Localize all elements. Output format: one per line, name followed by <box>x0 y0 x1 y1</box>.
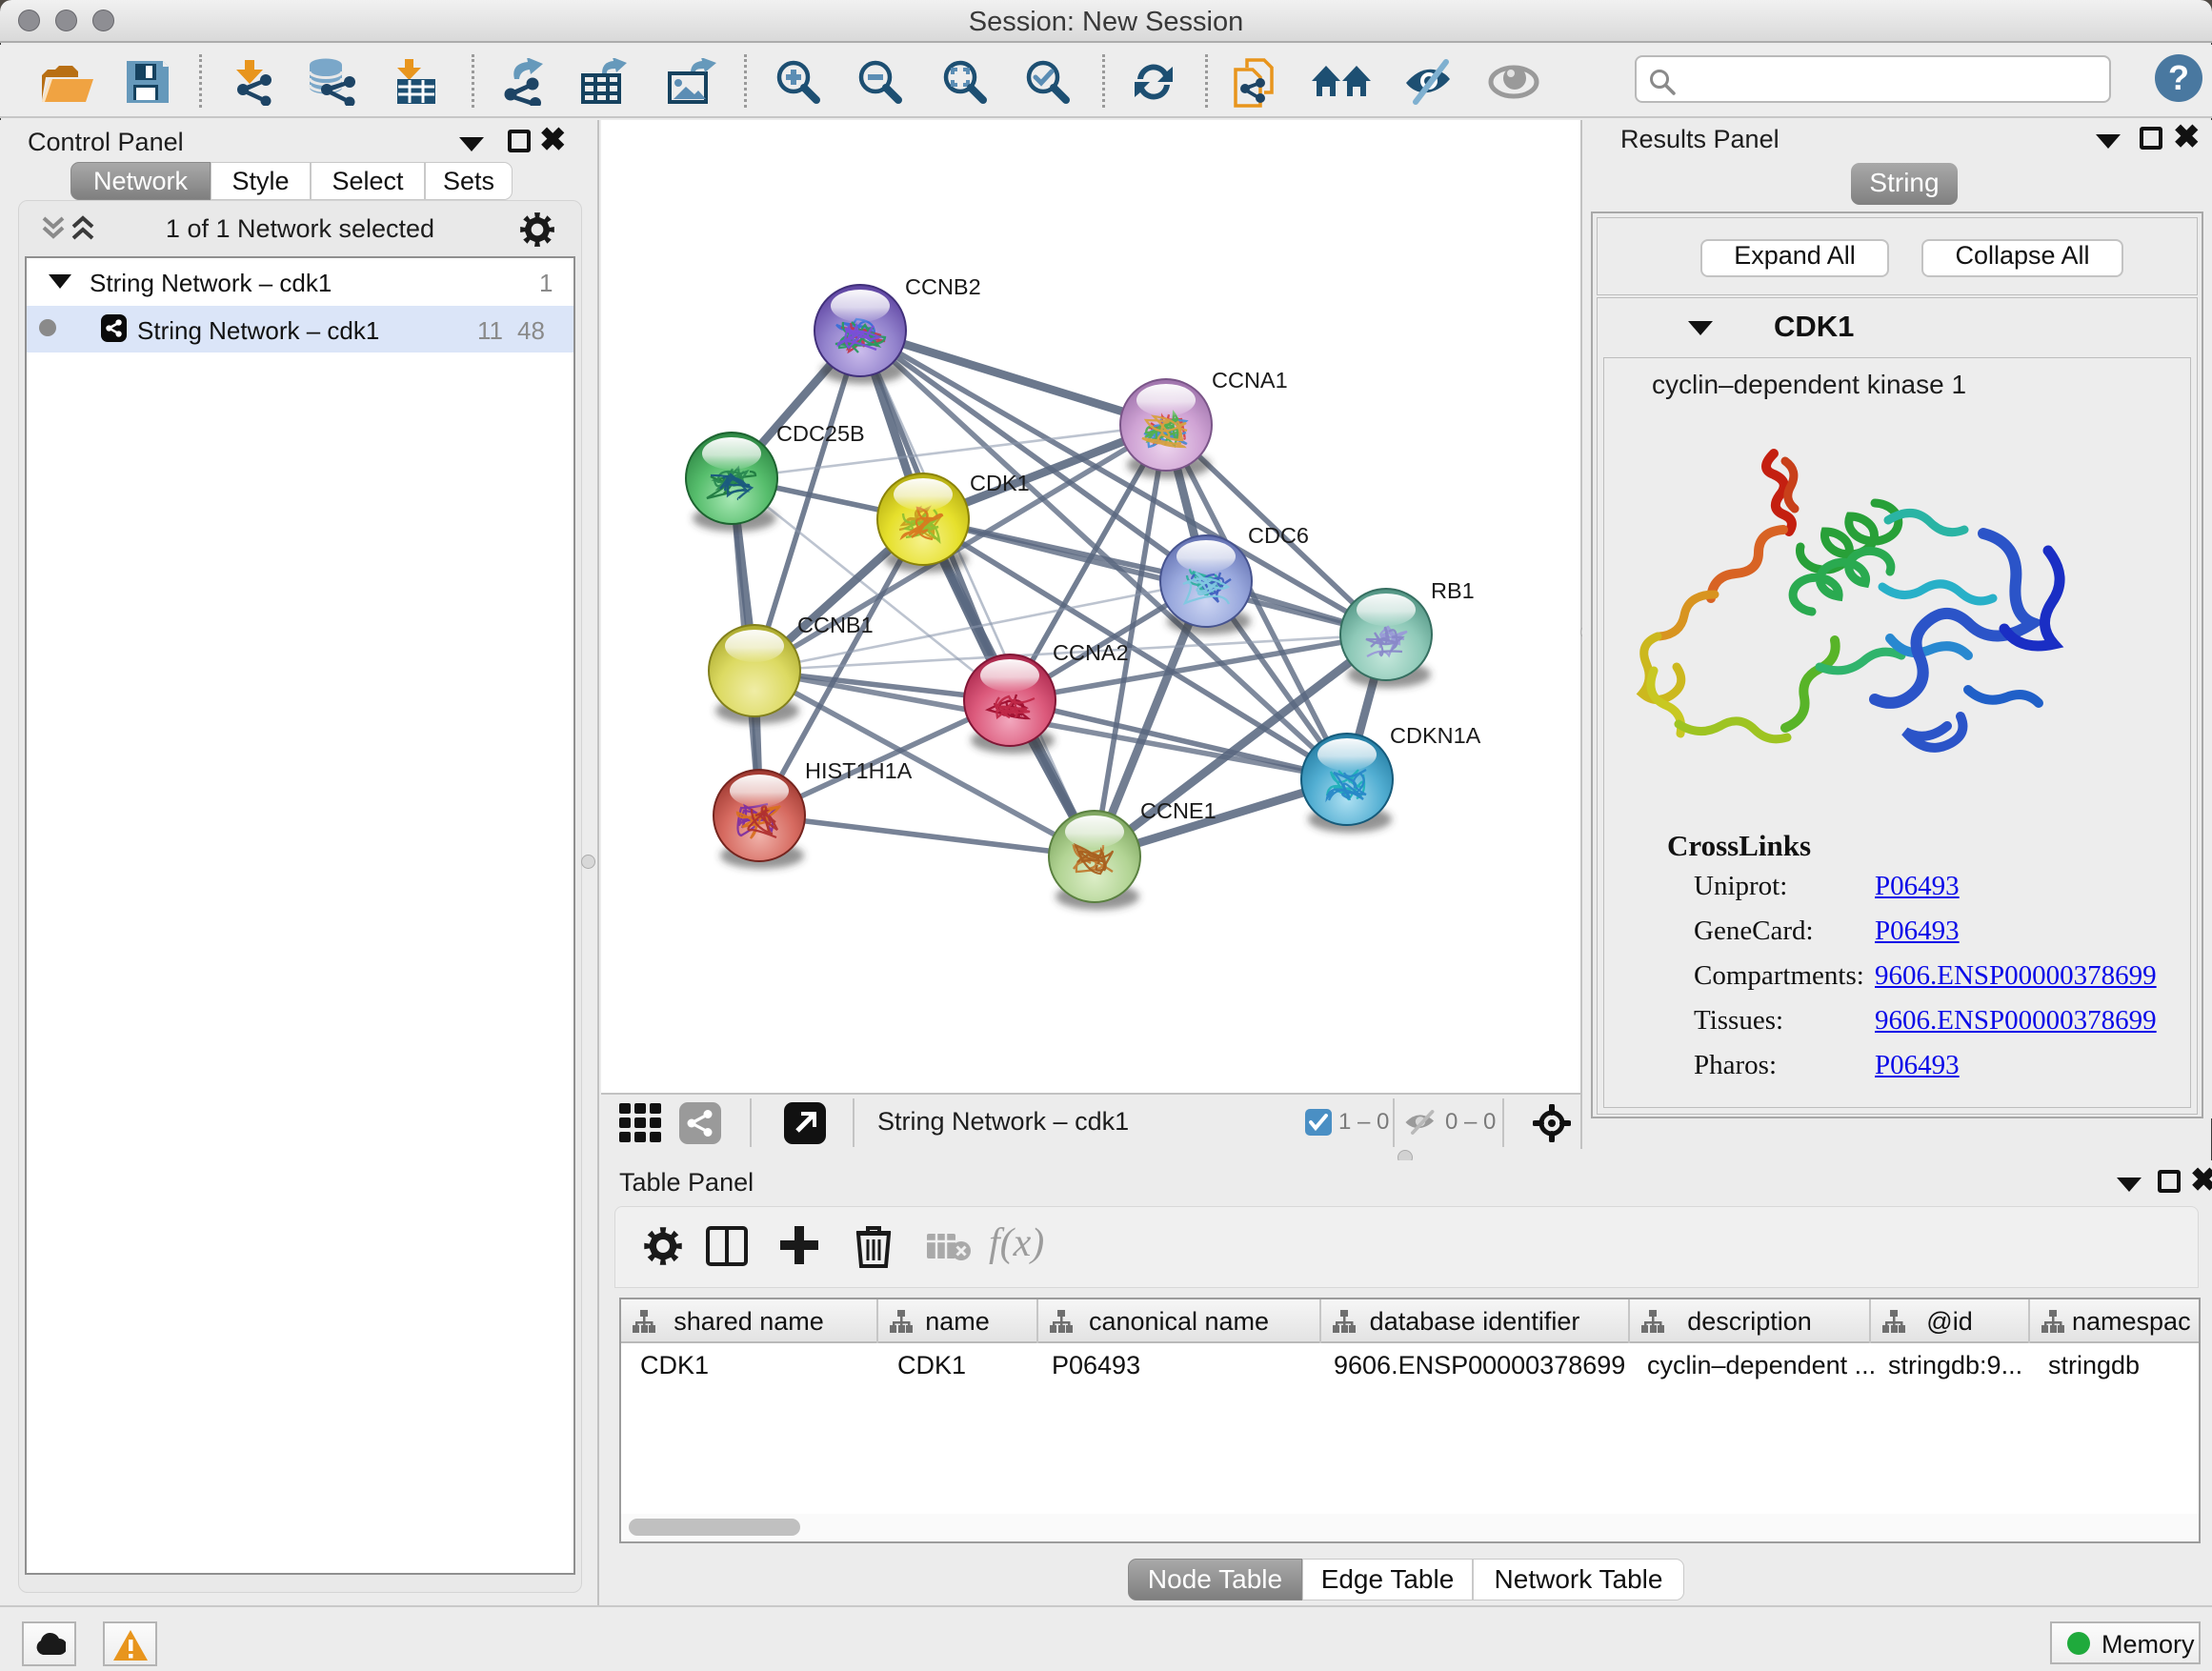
svg-text:CCNB2: CCNB2 <box>905 274 981 299</box>
svg-text:CCNE1: CCNE1 <box>1140 798 1217 823</box>
svg-text:CDKN1A: CDKN1A <box>1390 723 1481 748</box>
svg-text:HIST1H1A: HIST1H1A <box>805 758 913 783</box>
svg-text:CCNA2: CCNA2 <box>1053 640 1129 665</box>
svg-text:CDC25B: CDC25B <box>776 421 865 446</box>
svg-text:RB1: RB1 <box>1431 578 1475 603</box>
svg-text:CDC6: CDC6 <box>1248 523 1309 548</box>
svg-text:CCNA1: CCNA1 <box>1212 368 1288 393</box>
svg-text:CCNB1: CCNB1 <box>797 613 874 637</box>
svg-text:CDK1: CDK1 <box>970 471 1030 495</box>
